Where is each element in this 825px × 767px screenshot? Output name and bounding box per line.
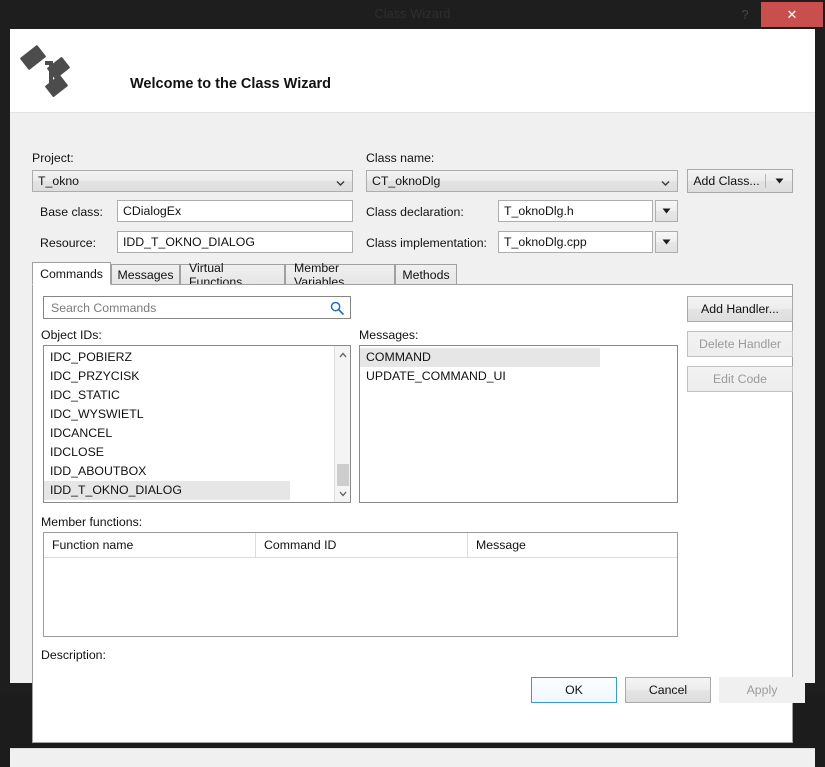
- class-diagram-icon: [18, 40, 80, 102]
- caret-down-icon[interactable]: [765, 174, 792, 188]
- page-title: Welcome to the Class Wizard: [130, 76, 332, 92]
- tab-methods-label: Methods: [402, 267, 450, 282]
- base-class-input[interactable]: CDialogEx: [117, 200, 353, 222]
- add-handler-label: Add Handler...: [701, 302, 779, 316]
- list-item[interactable]: IDD_ABOUTBOX: [44, 462, 335, 481]
- search-icon[interactable]: [330, 301, 344, 315]
- column-header-command-id[interactable]: Command ID: [256, 533, 468, 557]
- scroll-down-icon[interactable]: [335, 485, 350, 502]
- list-item[interactable]: UPDATE_COMMAND_UI: [360, 367, 677, 386]
- tab-messages-label: Messages: [117, 267, 174, 282]
- add-class-label: Add Class...: [693, 174, 760, 188]
- chevron-down-icon: [661, 177, 670, 186]
- class-name-label: Class name:: [366, 151, 435, 165]
- tab-methods[interactable]: Methods: [395, 264, 457, 284]
- tab-commands-label: Commands: [40, 266, 103, 281]
- base-class-label: Base class:: [40, 205, 103, 219]
- search-placeholder: Search Commands: [51, 300, 157, 315]
- object-ids-label: Object IDs:: [41, 328, 102, 342]
- tab-strip: Commands Messages Virtual Functions Memb…: [32, 261, 793, 289]
- ok-button[interactable]: OK: [531, 677, 617, 703]
- list-item-selected[interactable]: COMMAND: [360, 348, 600, 367]
- tab-messages[interactable]: Messages: [111, 264, 180, 284]
- class-implementation-label: Class implementation:: [366, 236, 487, 250]
- project-combo-value: T_okno: [38, 174, 80, 188]
- column-header-message[interactable]: Message: [468, 533, 677, 557]
- object-ids-scrollbar[interactable]: [334, 346, 350, 502]
- class-name-combo-value: CT_oknoDlg: [372, 174, 441, 188]
- list-item-selected[interactable]: IDD_T_OKNO_DIALOG: [44, 481, 290, 500]
- description-label: Description:: [41, 648, 106, 662]
- wizard-header: Welcome to the Class Wizard: [10, 29, 815, 113]
- class-declaration-dropdown-button[interactable]: [655, 200, 678, 222]
- class-implementation-input[interactable]: T_oknoDlg.cpp: [498, 231, 653, 253]
- scroll-up-icon[interactable]: [335, 346, 350, 363]
- messages-label: Messages:: [359, 328, 419, 342]
- title-bar[interactable]: Class Wizard ? ✕: [0, 0, 825, 29]
- list-item[interactable]: IDC_STATIC: [44, 386, 335, 405]
- close-button[interactable]: ✕: [761, 2, 823, 27]
- footer-panel: [10, 749, 815, 767]
- class-implementation-dropdown-button[interactable]: [655, 231, 678, 253]
- resource-input[interactable]: IDD_T_OKNO_DIALOG: [117, 231, 353, 253]
- messages-items: COMMAND UPDATE_COMMAND_UI: [360, 346, 677, 386]
- list-item[interactable]: IDC_PRZYCISK: [44, 367, 335, 386]
- class-wizard-window: Class Wizard ? ✕ Welcome to the Class Wi…: [0, 0, 825, 767]
- caret-down-icon: [662, 239, 671, 245]
- edit-code-button[interactable]: Edit Code: [687, 366, 793, 392]
- member-functions-rows: [44, 558, 677, 638]
- list-item[interactable]: IDCANCEL: [44, 424, 335, 443]
- class-declaration-input[interactable]: T_oknoDlg.h: [498, 200, 653, 222]
- add-class-button[interactable]: Add Class...: [687, 169, 793, 193]
- tab-member-variables[interactable]: Member Variables: [285, 261, 395, 289]
- object-ids-items: IDC_POBIERZ IDC_PRZYCISK IDC_STATIC IDC_…: [44, 346, 335, 500]
- help-icon[interactable]: ?: [731, 0, 759, 29]
- search-input[interactable]: Search Commands: [43, 296, 351, 319]
- tab-virtual-functions[interactable]: Virtual Functions: [180, 261, 285, 289]
- column-header-function-name[interactable]: Function name: [44, 533, 256, 557]
- class-declaration-label: Class declaration:: [366, 205, 464, 219]
- add-handler-button[interactable]: Add Handler...: [687, 296, 793, 322]
- close-icon: ✕: [786, 8, 798, 23]
- messages-listbox[interactable]: COMMAND UPDATE_COMMAND_UI: [359, 345, 678, 503]
- tab-commands[interactable]: Commands: [32, 262, 111, 285]
- chevron-down-icon: [336, 177, 345, 186]
- apply-button[interactable]: Apply: [719, 677, 805, 703]
- list-item[interactable]: IDC_POBIERZ: [44, 348, 335, 367]
- object-ids-listbox[interactable]: IDC_POBIERZ IDC_PRZYCISK IDC_STATIC IDC_…: [43, 345, 351, 503]
- class-name-combo[interactable]: CT_oknoDlg: [366, 170, 678, 192]
- class-declaration-value: T_oknoDlg.h: [504, 203, 574, 218]
- resource-label: Resource:: [40, 236, 97, 250]
- scrollbar-thumb[interactable]: [337, 464, 349, 486]
- delete-handler-label: Delete Handler: [698, 337, 782, 351]
- list-item[interactable]: IDC_WYSWIETL: [44, 405, 335, 424]
- member-functions-label: Member functions:: [41, 515, 143, 529]
- member-functions-grid[interactable]: Function name Command ID Message: [43, 532, 678, 637]
- list-item[interactable]: IDCLOSE: [44, 443, 335, 462]
- delete-handler-button[interactable]: Delete Handler: [687, 331, 793, 357]
- dialog-surface: Welcome to the Class Wizard Project: T_o…: [10, 29, 815, 767]
- class-implementation-value: T_oknoDlg.cpp: [504, 234, 587, 249]
- window-title: Class Wizard: [374, 7, 451, 21]
- caret-down-icon: [662, 208, 671, 214]
- member-functions-header-row: Function name Command ID Message: [44, 533, 677, 558]
- project-label: Project:: [32, 151, 74, 165]
- base-class-value: CDialogEx: [123, 203, 182, 218]
- cancel-button[interactable]: Cancel: [625, 677, 711, 703]
- edit-code-label: Edit Code: [712, 372, 767, 386]
- project-combo[interactable]: T_okno: [32, 170, 353, 192]
- resource-value: IDD_T_OKNO_DIALOG: [123, 234, 255, 249]
- dialog-body: Project: T_okno Class name: CT_oknoDlg A…: [10, 113, 815, 767]
